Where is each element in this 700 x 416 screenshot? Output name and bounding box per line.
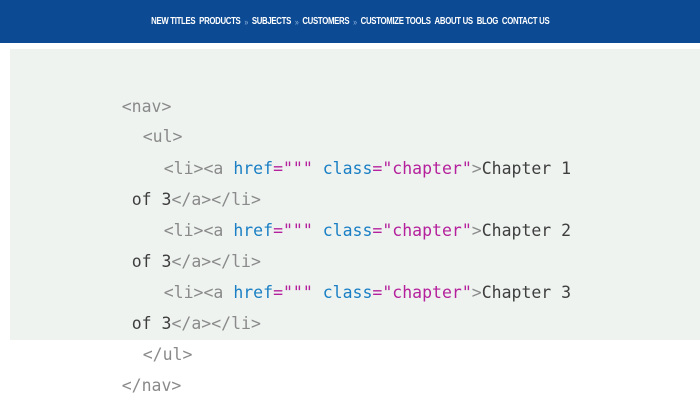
nav-separator: » xyxy=(352,16,357,27)
nav-link-new-titles[interactable]: NEW TITLES xyxy=(151,16,195,27)
nav-link-about-us[interactable]: ABOUT US xyxy=(434,16,473,27)
code-text: Chapter 1 xyxy=(481,159,572,178)
nav-separator: » xyxy=(244,16,248,27)
code-tag: > xyxy=(471,221,482,240)
nav-link-contact-us[interactable]: CONTACT US xyxy=(502,16,550,27)
code-line-nav-close: </nav> xyxy=(82,356,182,416)
code-string: ="chapter" xyxy=(372,159,472,178)
code-string: =""" xyxy=(273,159,313,178)
code-tag: > xyxy=(471,283,482,302)
site-header: NEW TITLES PRODUCTS » SUBJECTS » CUSTOME… xyxy=(0,0,700,43)
code-tag: > xyxy=(471,159,482,178)
nav-separator: » xyxy=(294,16,299,27)
nav-link-customize-tools[interactable]: CUSTOMIZE TOOLS xyxy=(360,16,430,27)
code-attribute: class xyxy=(322,283,373,302)
code-attribute: class xyxy=(322,159,373,178)
code-string: =""" xyxy=(273,283,313,302)
nav-link-subjects[interactable]: SUBJECTS xyxy=(252,16,291,27)
code-string: ="chapter" xyxy=(372,221,472,240)
code-text: Chapter 2 xyxy=(481,221,572,240)
nav-link-blog[interactable]: BLOG xyxy=(476,16,498,27)
nav-link-products[interactable]: PRODUCTS xyxy=(199,16,241,27)
code-tag: </nav> xyxy=(121,376,182,395)
code-string: =""" xyxy=(273,221,313,240)
code-text: Chapter 3 xyxy=(481,283,572,302)
nav-link-customers[interactable]: CUSTOMERS xyxy=(302,16,349,27)
code-tag: </li> xyxy=(211,314,261,333)
code-string: ="chapter" xyxy=(372,283,472,302)
main-nav: NEW TITLES PRODUCTS » SUBJECTS » CUSTOME… xyxy=(151,16,549,27)
code-attribute: class xyxy=(322,221,373,240)
